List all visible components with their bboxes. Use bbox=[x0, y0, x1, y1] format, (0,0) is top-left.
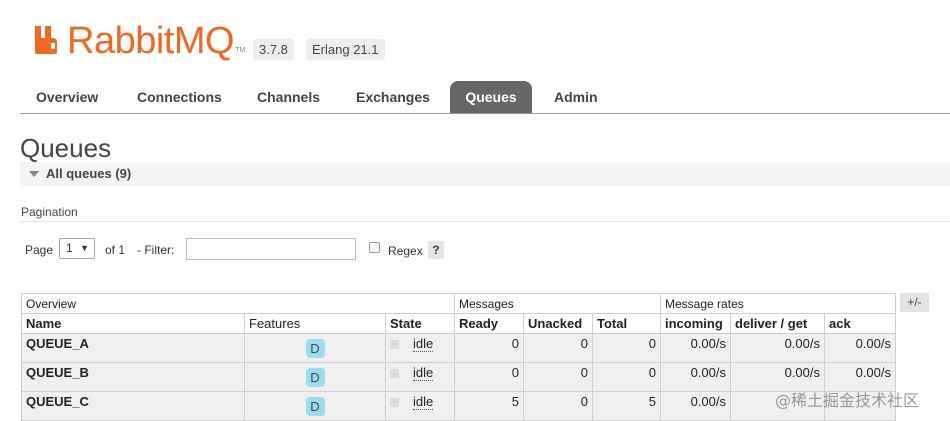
state-indicator-icon bbox=[390, 369, 399, 379]
tab-channels[interactable]: Channels bbox=[243, 81, 334, 113]
col-features: Features bbox=[244, 313, 386, 334]
page-label: Page bbox=[25, 243, 54, 257]
page-select[interactable]: 1 ▼ bbox=[59, 238, 95, 259]
state-text: idle bbox=[413, 394, 434, 410]
group-message-rates: Message rates bbox=[660, 293, 896, 314]
all-queues-section-toggle[interactable]: All queues (9) bbox=[20, 162, 950, 186]
ack-rate: 0.00/s bbox=[824, 333, 896, 363]
group-overview: Overview bbox=[21, 293, 455, 314]
queue-name-link[interactable]: QUEUE_C bbox=[21, 391, 245, 421]
state-indicator-icon bbox=[390, 340, 399, 350]
rabbitmq-version-badge: 3.7.8 bbox=[253, 39, 294, 60]
tab-exchanges[interactable]: Exchanges bbox=[342, 81, 444, 113]
table-row: QUEUE_B D idle 0 0 0 0.00/s 0.00/s 0.00/… bbox=[21, 362, 896, 392]
logo-wordmark: RabbitMQ bbox=[67, 20, 235, 62]
pagination-divider bbox=[20, 221, 950, 222]
col-state[interactable]: State bbox=[385, 313, 455, 334]
filter-label: - Filter: bbox=[137, 243, 175, 257]
rabbitmq-logo-icon bbox=[35, 26, 57, 54]
regex-checkbox[interactable] bbox=[369, 242, 380, 253]
tab-admin[interactable]: Admin bbox=[540, 81, 612, 113]
unacked-count: 0 bbox=[523, 362, 593, 392]
filter-input[interactable] bbox=[186, 238, 356, 260]
tab-connections[interactable]: Connections bbox=[123, 81, 236, 113]
table-group-header: Overview Messages Message rates bbox=[21, 293, 896, 314]
page-select-value: 1 bbox=[66, 241, 73, 255]
total-count: 0 bbox=[592, 333, 661, 363]
page-count-label: of 1 bbox=[105, 243, 126, 257]
queues-table: Overview Messages Message rates Name Fea… bbox=[21, 293, 896, 421]
col-unacked[interactable]: Unacked bbox=[523, 313, 593, 334]
rabbitmq-logo[interactable]: RabbitMQ TM bbox=[33, 20, 245, 60]
tab-overview[interactable]: Overview bbox=[22, 81, 112, 113]
logo-trademark: TM bbox=[235, 47, 246, 54]
logo-word-mq: MQ bbox=[173, 20, 235, 62]
total-count: 5 bbox=[592, 391, 661, 421]
deliver-get-rate: 0.00/s bbox=[730, 333, 825, 363]
table-column-header: Name Features State Ready Unacked Total … bbox=[21, 313, 896, 334]
incoming-rate: 0.00/s bbox=[660, 362, 731, 392]
col-incoming[interactable]: incoming bbox=[660, 313, 731, 334]
watermark: @稀土掘金技术社区 bbox=[775, 391, 920, 410]
ready-count: 5 bbox=[454, 391, 524, 421]
unacked-count: 0 bbox=[523, 333, 593, 363]
regex-label: Regex bbox=[388, 244, 423, 258]
queue-name-link[interactable]: QUEUE_A bbox=[21, 333, 245, 363]
state-indicator-icon bbox=[390, 398, 399, 408]
ready-count: 0 bbox=[454, 333, 524, 363]
total-count: 0 bbox=[592, 362, 661, 392]
incoming-rate: 0.00/s bbox=[660, 333, 731, 363]
state-text: idle bbox=[413, 336, 434, 352]
main-nav: Overview Connections Channels Exchanges … bbox=[20, 81, 950, 114]
logo-word-rabbit: Rabbit bbox=[67, 20, 174, 62]
durable-feature-badge: D bbox=[305, 339, 325, 358]
all-queues-label: All queues (9) bbox=[46, 166, 132, 181]
state-text: idle bbox=[413, 365, 434, 381]
regex-help-button[interactable]: ? bbox=[428, 241, 444, 259]
table-row: QUEUE_C D idle 5 0 5 0.00/s bbox=[21, 391, 896, 421]
group-messages: Messages bbox=[454, 293, 661, 314]
col-total[interactable]: Total bbox=[592, 313, 661, 334]
col-deliver-get[interactable]: deliver / get bbox=[730, 313, 825, 334]
collapse-triangle-icon bbox=[29, 171, 39, 177]
column-toggle-button[interactable]: +/- bbox=[900, 293, 929, 312]
durable-feature-badge: D bbox=[305, 397, 325, 416]
page-title: Queues bbox=[20, 133, 112, 163]
tab-queues[interactable]: Queues bbox=[450, 81, 532, 113]
erlang-version-badge: Erlang 21.1 bbox=[306, 39, 385, 60]
col-ack[interactable]: ack bbox=[824, 313, 896, 334]
unacked-count: 0 bbox=[523, 391, 593, 421]
pagination-label: Pagination bbox=[21, 205, 78, 219]
incoming-rate: 0.00/s bbox=[660, 391, 731, 421]
col-ready[interactable]: Ready bbox=[454, 313, 524, 334]
table-row: QUEUE_A D idle 0 0 0 0.00/s 0.00/s 0.00/… bbox=[21, 333, 896, 363]
dropdown-arrow-icon: ▼ bbox=[80, 243, 89, 253]
queue-name-link[interactable]: QUEUE_B bbox=[21, 362, 245, 392]
col-name[interactable]: Name bbox=[21, 313, 245, 334]
ready-count: 0 bbox=[454, 362, 524, 392]
durable-feature-badge: D bbox=[305, 368, 325, 387]
